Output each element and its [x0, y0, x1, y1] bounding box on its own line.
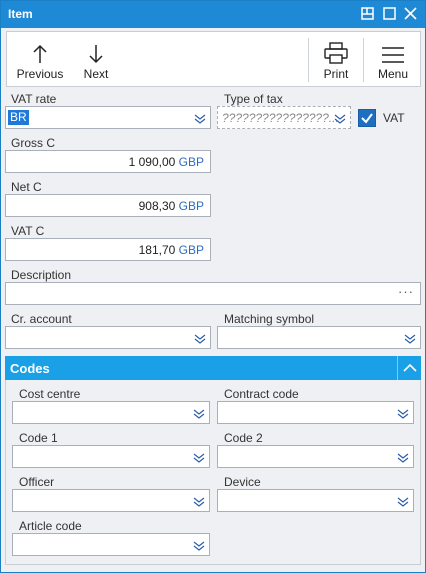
dropdown-icon[interactable] [193, 540, 205, 551]
vat-checkbox-label: VAT [383, 111, 405, 125]
article-code-label: Article code [19, 519, 82, 533]
chevron-up-icon[interactable] [397, 356, 421, 380]
type-of-tax-label: Type of tax [224, 92, 283, 106]
vat-rate-label: VAT rate [11, 92, 57, 106]
dropdown-icon[interactable] [193, 496, 205, 507]
currency-label: GBP [178, 199, 204, 213]
net-value: 908,30 [138, 199, 176, 213]
device-label: Device [224, 475, 261, 489]
vat-rate-value: BR [8, 110, 29, 125]
vat-c-field[interactable]: 181,70 GBP [5, 238, 211, 261]
description-field[interactable]: ··· [5, 282, 421, 305]
cost-centre-select[interactable] [12, 401, 210, 424]
device-select[interactable] [217, 489, 414, 512]
gross-value: 1 090,00 [128, 155, 176, 169]
officer-select[interactable] [12, 489, 210, 512]
gross-value-wrap: 1 090,00 GBP [129, 155, 204, 169]
cost-centre-label: Cost centre [19, 387, 81, 401]
contract-code-select[interactable] [217, 401, 414, 424]
arrow-down-icon [75, 32, 117, 64]
vat-c-value: 181,70 [138, 243, 176, 257]
article-code-select[interactable] [12, 533, 210, 556]
currency-label: GBP [178, 243, 204, 257]
description-label: Description [11, 268, 72, 282]
net-field[interactable]: 908,30 GBP [5, 194, 211, 217]
window-title: Item [8, 7, 33, 21]
cr-account-select[interactable] [5, 326, 211, 349]
close-icon[interactable] [402, 5, 420, 23]
code2-select[interactable] [217, 445, 414, 468]
dropdown-icon[interactable] [194, 113, 206, 124]
maximize-icon[interactable] [381, 5, 399, 23]
codes-title: Codes [10, 361, 50, 376]
vat-c-value-wrap: 181,70 GBP [139, 243, 204, 257]
code1-label: Code 1 [19, 431, 58, 445]
dropdown-icon[interactable] [193, 452, 205, 463]
dropdown-icon[interactable] [397, 408, 409, 419]
dropdown-icon[interactable] [334, 113, 346, 124]
ellipsis-icon[interactable]: ··· [398, 284, 414, 299]
dropdown-icon[interactable] [193, 408, 205, 419]
code2-label: Code 2 [224, 431, 263, 445]
net-value-wrap: 908,30 GBP [139, 199, 204, 213]
gross-field[interactable]: 1 090,00 GBP [5, 150, 211, 173]
next-button[interactable]: Next [75, 32, 117, 86]
print-button[interactable]: Print [313, 32, 359, 86]
type-of-tax-select[interactable]: ????????????????... [217, 106, 351, 129]
arrow-up-icon [13, 32, 67, 64]
menu-label: Menu [377, 67, 409, 81]
dropdown-icon[interactable] [194, 333, 206, 344]
vat-c-label: VAT C [11, 224, 45, 238]
toolbar-separator [363, 38, 364, 82]
toolbar-separator [308, 38, 309, 82]
dock-icon[interactable] [359, 5, 377, 23]
dropdown-icon[interactable] [404, 333, 416, 344]
menu-button[interactable]: Menu [369, 32, 417, 86]
net-label: Net C [11, 180, 42, 194]
previous-label: Previous [16, 67, 64, 81]
cr-account-label: Cr. account [11, 312, 72, 326]
matching-symbol-select[interactable] [217, 326, 421, 349]
vat-rate-select[interactable]: BR [5, 106, 211, 129]
matching-symbol-label: Matching symbol [224, 312, 315, 326]
dropdown-icon[interactable] [397, 496, 409, 507]
print-label: Print [323, 67, 349, 81]
contract-code-label: Contract code [224, 387, 299, 401]
gross-label: Gross C [11, 136, 56, 150]
vat-checkbox[interactable] [358, 109, 376, 127]
item-window: Item Previous Next Print Menu VAT rate B… [0, 0, 426, 573]
printer-icon [313, 32, 359, 64]
check-icon [361, 113, 373, 124]
next-label: Next [83, 67, 109, 81]
officer-label: Officer [19, 475, 55, 489]
previous-button[interactable]: Previous [13, 32, 67, 86]
toolbar: Previous Next Print Menu [6, 31, 421, 87]
title-bar: Item [1, 1, 425, 28]
code1-select[interactable] [12, 445, 210, 468]
dropdown-icon[interactable] [397, 452, 409, 463]
codes-section-header[interactable]: Codes [5, 356, 421, 380]
hamburger-icon [369, 32, 417, 64]
type-of-tax-placeholder: ????????????????... [222, 111, 339, 125]
currency-label: GBP [178, 155, 204, 169]
